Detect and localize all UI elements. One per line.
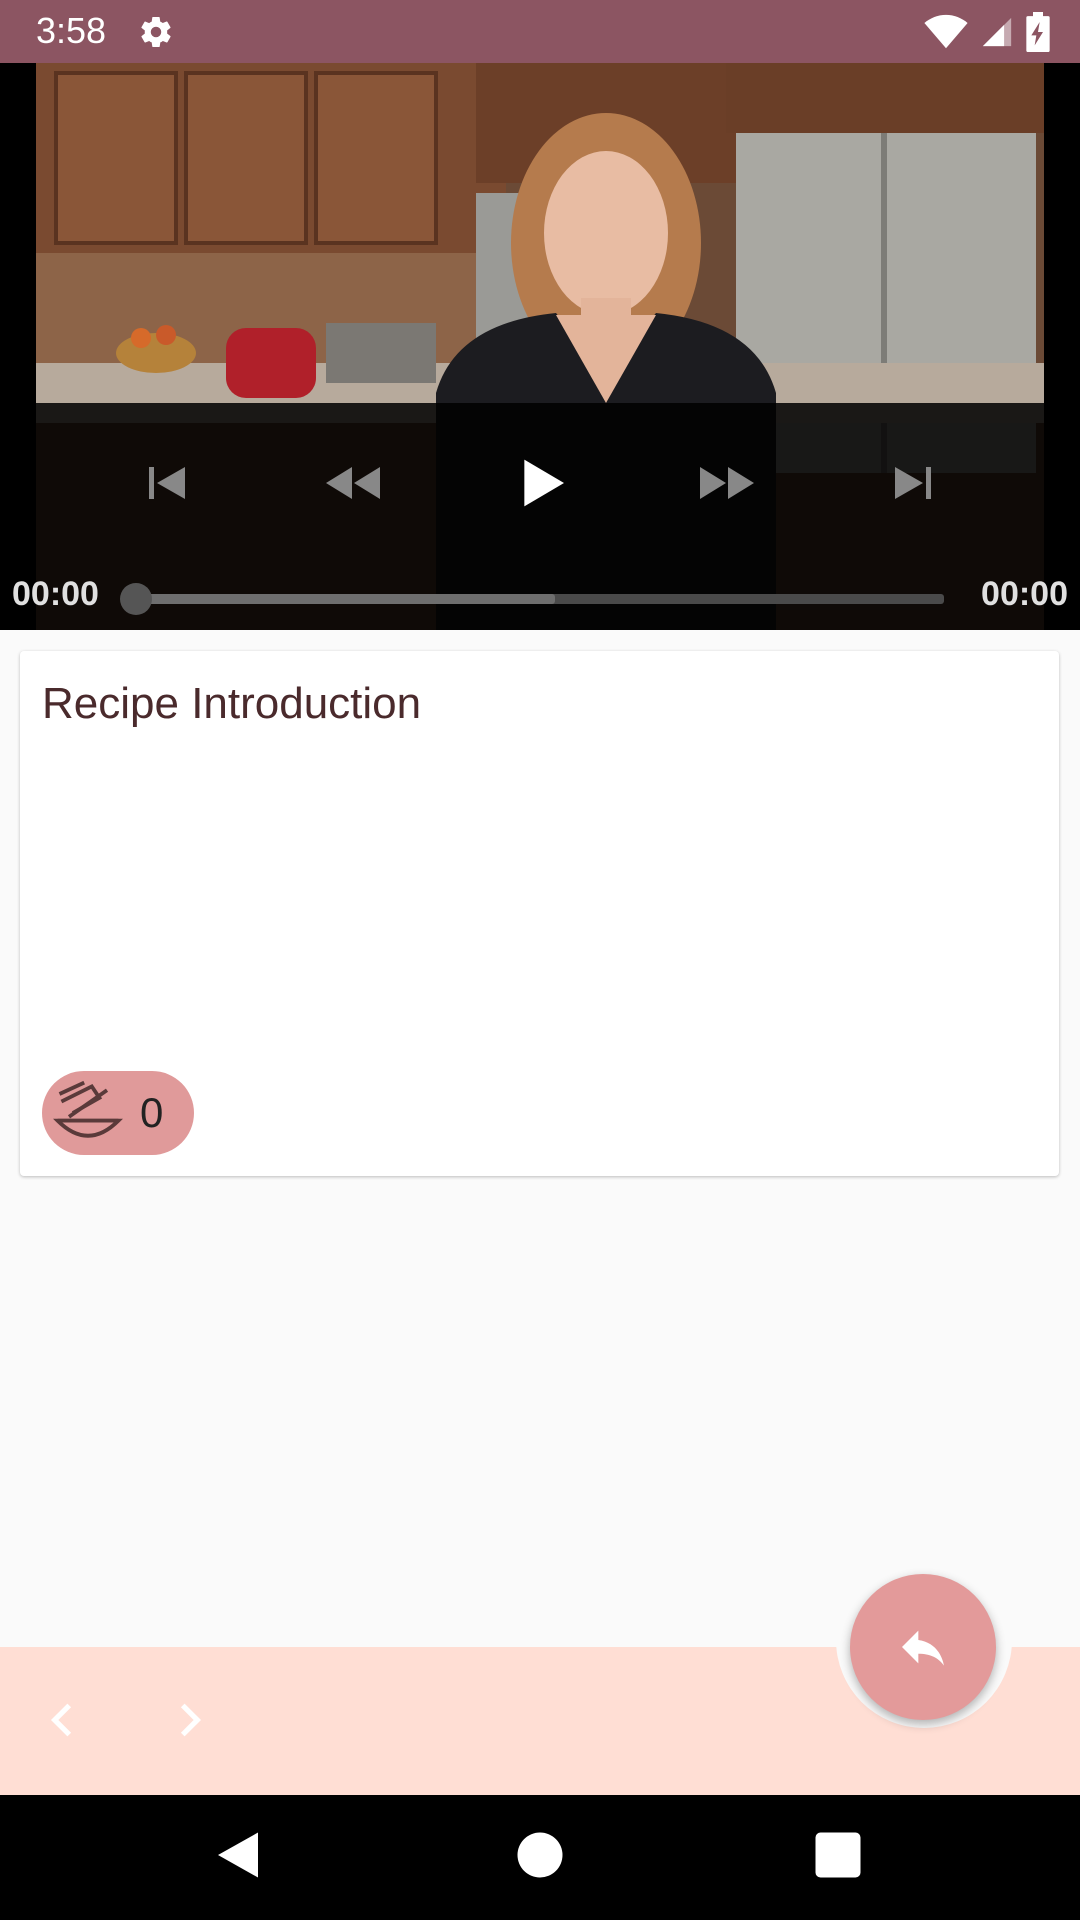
- seek-thumb[interactable]: [120, 583, 152, 615]
- rewind-icon: [326, 467, 380, 499]
- home-circle-icon[interactable]: [510, 1825, 570, 1885]
- chevron-right-icon: [180, 1703, 202, 1737]
- rewind-button[interactable]: [312, 453, 392, 513]
- back-triangle-icon[interactable]: [208, 1825, 268, 1885]
- next-step-button[interactable]: [164, 1690, 214, 1750]
- wifi-icon: [924, 14, 968, 49]
- tools-count: 0: [140, 1089, 164, 1136]
- video-player[interactable]: 00:00 00:00: [0, 63, 1080, 630]
- skip-next-icon: [895, 467, 931, 499]
- app-screen: 3:58 00:00 00:00 Recipe Introduction 0: [0, 0, 1080, 1920]
- reply-fab[interactable]: [850, 1574, 996, 1720]
- video-controls: 00:00 00:00: [0, 403, 1080, 630]
- status-time: 3:58: [36, 10, 107, 51]
- status-bar: 3:58: [0, 0, 1080, 63]
- chevron-left-icon: [50, 1703, 72, 1737]
- buffered-fill: [134, 594, 556, 604]
- fast-forward-button[interactable]: [688, 453, 768, 513]
- cell-signal-icon: [982, 17, 1012, 47]
- card-title: Recipe Introduction: [42, 679, 422, 728]
- time-duration: 00:00: [981, 575, 1068, 613]
- fast-forward-icon: [700, 467, 754, 499]
- settings-gear-icon: [141, 17, 171, 48]
- system-navigation-bar: [0, 1795, 1080, 1920]
- time-elapsed: 00:00: [12, 575, 99, 613]
- seek-bar[interactable]: [134, 594, 944, 604]
- tools-count-chip[interactable]: 0: [42, 1071, 194, 1155]
- mixing-bowl-whisk-icon: [53, 1080, 123, 1138]
- previous-step-button[interactable]: [38, 1690, 88, 1750]
- status-icons: [924, 12, 1050, 52]
- skip-previous-icon: [149, 467, 185, 499]
- battery-charging-icon: [1026, 12, 1050, 52]
- play-button[interactable]: [503, 453, 583, 513]
- skip-next-button[interactable]: [873, 453, 953, 513]
- skip-previous-button[interactable]: [127, 453, 207, 513]
- recents-square-icon[interactable]: [808, 1825, 868, 1885]
- reply-icon: [902, 1630, 944, 1666]
- recipe-step-card: Recipe Introduction 0: [20, 651, 1059, 1176]
- play-icon: [524, 459, 564, 507]
